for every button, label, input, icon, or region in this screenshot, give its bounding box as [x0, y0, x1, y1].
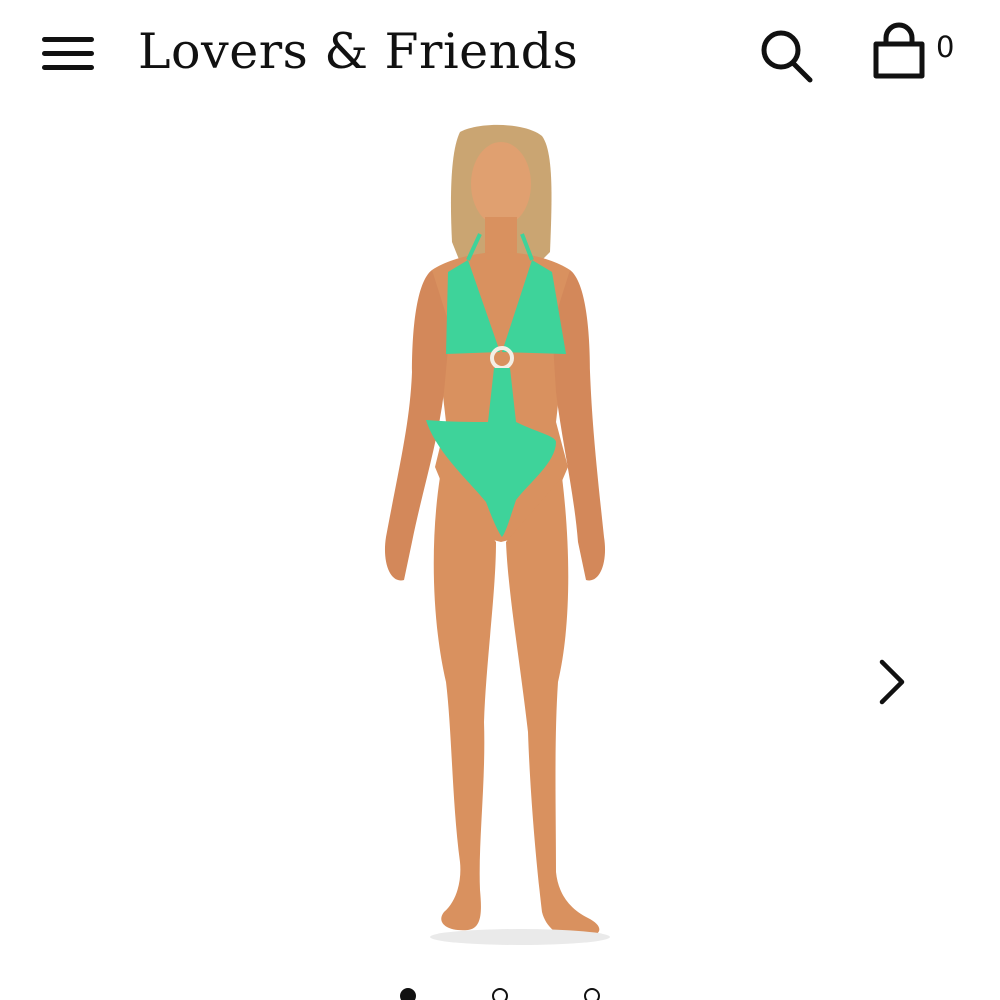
- product-page: Lovers & Friends 0: [0, 0, 1000, 1000]
- product-photo: [384, 124, 610, 945]
- shopping-bag-button[interactable]: [866, 22, 934, 86]
- next-image-button[interactable]: [868, 656, 918, 708]
- search-icon: [761, 30, 813, 83]
- search-button[interactable]: [756, 26, 816, 86]
- site-header: Lovers & Friends 0: [0, 0, 1000, 110]
- carousel-dot-2[interactable]: [492, 988, 508, 1000]
- hamburger-menu-icon: [42, 37, 94, 42]
- bag-count-badge: 0: [936, 30, 955, 64]
- chevron-right-icon: [879, 659, 905, 705]
- brand-logo[interactable]: Lovers & Friends: [138, 20, 578, 84]
- product-image-carousel[interactable]: [0, 110, 1000, 970]
- carousel-dot-1[interactable]: [400, 988, 416, 1000]
- carousel-pagination: [0, 984, 1000, 1000]
- carousel-dot-3[interactable]: [584, 988, 600, 1000]
- menu-button[interactable]: [40, 30, 98, 78]
- shopping-bag-icon: [873, 22, 925, 79]
